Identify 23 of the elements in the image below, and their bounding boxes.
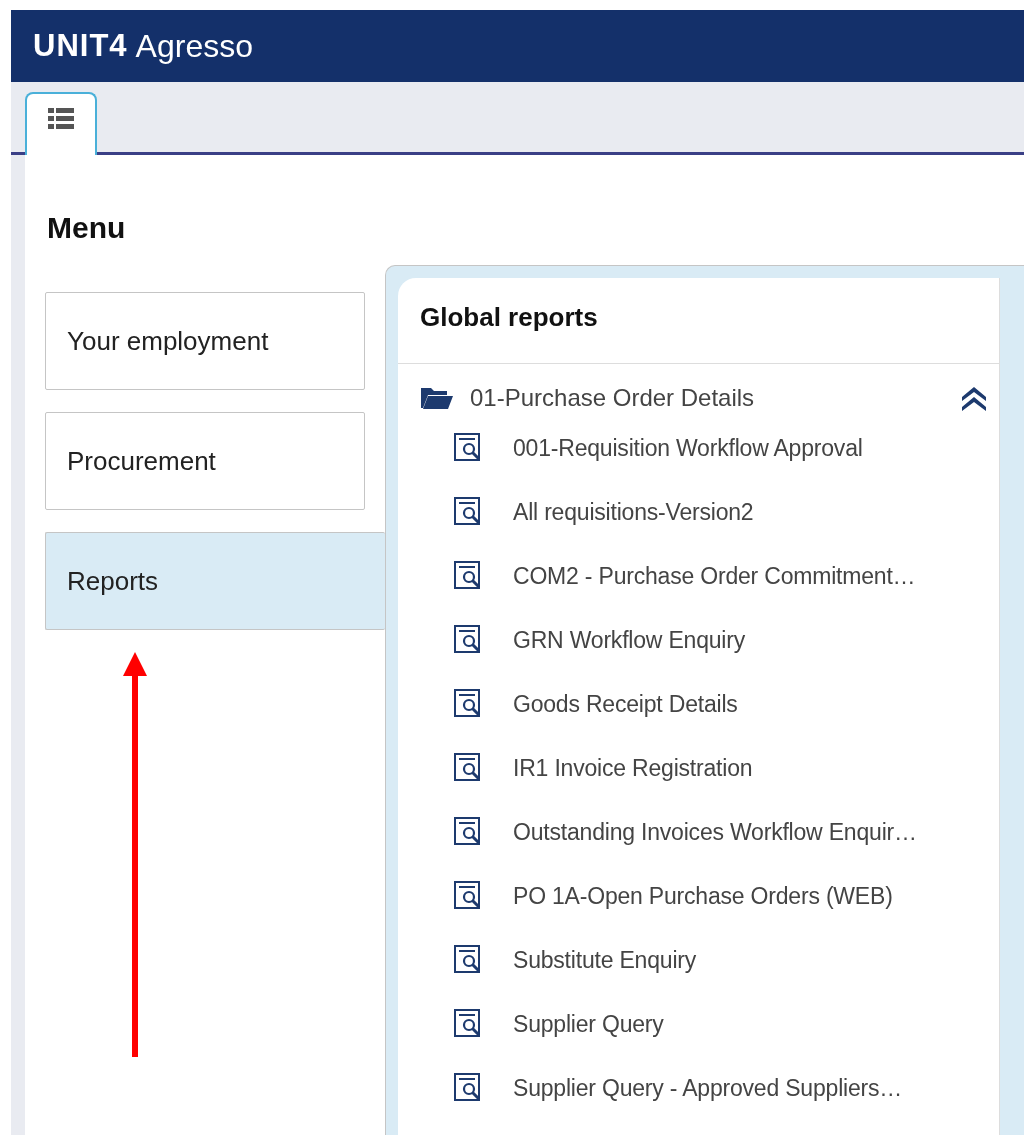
folder-icon (420, 386, 454, 411)
menu-item[interactable]: Your employment (45, 292, 365, 390)
panel-title: Global reports (398, 278, 999, 365)
report-link[interactable]: All requisitions-Version2 (513, 494, 754, 530)
menu-title: Menu (47, 210, 127, 246)
report-link[interactable]: Substitute Enquiry (513, 942, 697, 978)
report-link[interactable]: Supplier Query (513, 1006, 664, 1042)
report-link[interactable]: Goods Receipt Details (513, 686, 738, 722)
menu-item[interactable]: Reports (45, 532, 385, 630)
logo-brand: UNIT4 (33, 26, 128, 65)
list-icon (47, 106, 75, 132)
menu-tab[interactable] (25, 92, 97, 155)
report-link[interactable]: Outstanding Invoices Workflow Enquir… (513, 814, 917, 850)
report-link[interactable]: IR1 Invoice Registration (513, 750, 753, 786)
report-link[interactable]: COM2 - Purchase Order Commitment… (513, 558, 916, 594)
logo-product: Agresso (135, 27, 253, 66)
report-link[interactable]: Supplier Query - Approved Suppliers… (513, 1070, 903, 1106)
menu-item[interactable]: Procurement (45, 412, 365, 510)
report-link[interactable]: PO 1A-Open Purchase Orders (WEB) (513, 878, 893, 914)
folder-label[interactable]: 01-Purchase Order Details (470, 380, 959, 417)
report-link[interactable]: 001-Requisition Workflow Approval (513, 430, 863, 466)
report-link[interactable]: GRN Workflow Enquiry (513, 622, 746, 658)
collapse-icon[interactable] (959, 385, 989, 412)
